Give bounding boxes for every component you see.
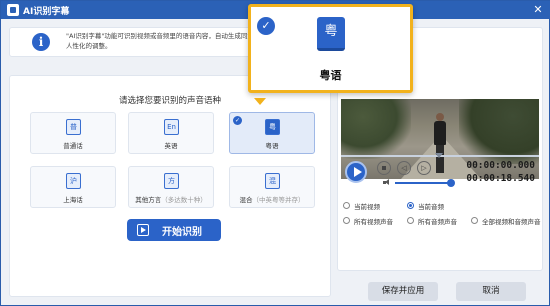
person-body [434,121,446,145]
start-label: 开始识别 [162,227,202,238]
language-panel: 请选择您要识别的声音语种 普 普通话 En 英语 ✓ 粤 粤语 沪 上海话 方 … [9,75,331,297]
radio-label: 所有音频声音 [418,218,457,226]
lang-name: 上海话 [63,196,83,204]
cancel-button[interactable]: 取消 [456,282,526,301]
mandarin-book-icon: 普 [66,119,81,135]
check-icon: ✓ [233,116,242,125]
lang-card-mixed[interactable]: 混 混合（中英粤等并存） [229,166,315,208]
lang-card-other-dialects[interactable]: 方 其他方言（多达数十种） [128,166,214,208]
radio-dot [407,217,414,224]
check-circle-icon: ✓ [257,17,275,35]
volume-icon[interactable] [383,179,391,186]
lang-name-text: 其他方言 [135,196,162,204]
dialog-window: AI识别字幕 ✕ i "AI识别字幕"功能可识别视频或音频里的语音内容，自动生成… [0,0,550,306]
radio-label: 所有视频声音 [354,218,393,226]
window-title: AI识别字幕 [23,7,70,17]
timeline-handle[interactable] [435,153,443,158]
info-icon: i [32,33,50,51]
radio-dot [407,202,414,209]
radio-label: 当前音频 [418,203,444,211]
selected-language-preview: ✓ 粤 粤语 [248,4,413,93]
prev-frame-button[interactable]: ◁ [397,161,411,175]
radio-label: 当前视频 [354,203,380,211]
save-apply-button[interactable]: 保存并应用 [368,282,438,301]
radio-dot [343,202,350,209]
player-controls: ◁ ▷ 00:00:00.000 00:00:18.540 [341,159,539,189]
cantonese-book-icon: 粤 [265,119,280,135]
volume-knob[interactable] [447,179,455,187]
cantonese-book-icon: 粤 [317,17,345,51]
apply-scope-options: 当前视频 当前音频 所有视频声音 所有音频声音 全部视频和音频声音 [343,200,541,244]
lang-note: （中英粤等并存） [252,196,305,204]
lang-note: （多达数十种） [161,196,207,204]
english-book-icon: En [164,119,179,135]
radio-label: 全部视频和音频声音 [482,218,541,226]
preview-language-name: 粤语 [319,69,342,82]
lang-name: 英语 [164,142,178,150]
mixed-book-icon: 混 [265,173,280,189]
close-button[interactable]: ✕ [531,3,545,17]
person-head [436,113,444,121]
lang-card-shanghainese[interactable]: 沪 上海话 [30,166,116,208]
next-frame-button[interactable]: ▷ [417,161,431,175]
dialect-book-icon: 方 [164,173,179,189]
radio-dot [471,217,478,224]
shanghainese-book-icon: 沪 [66,173,81,189]
lang-card-mandarin[interactable]: 普 普通话 [30,112,116,154]
time-current: 00:00:00.000 [466,160,535,171]
lang-card-english[interactable]: En 英语 [128,112,214,154]
stop-button[interactable] [377,161,391,175]
lang-name-text: 混合 [239,196,253,204]
radio-dot [343,217,350,224]
lang-name: 混合（中英粤等并存） [230,194,314,204]
app-logo-icon [7,4,19,16]
play-button[interactable] [345,161,367,183]
lang-name: 粤语 [265,142,279,150]
pointer-arrow-icon [254,98,266,105]
play-box-icon [137,224,149,236]
lang-card-cantonese[interactable]: ✓ 粤 粤语 [229,112,315,154]
lang-name: 其他方言（多达数十种） [129,194,213,204]
start-recognition-button[interactable]: 开始识别 [127,219,221,241]
lang-name: 普通话 [63,142,83,150]
time-total: 00:00:18.540 [466,173,535,184]
tree-left [341,99,411,159]
language-prompt: 请选择您要识别的声音语种 [118,96,221,106]
volume-slider[interactable] [395,182,451,184]
